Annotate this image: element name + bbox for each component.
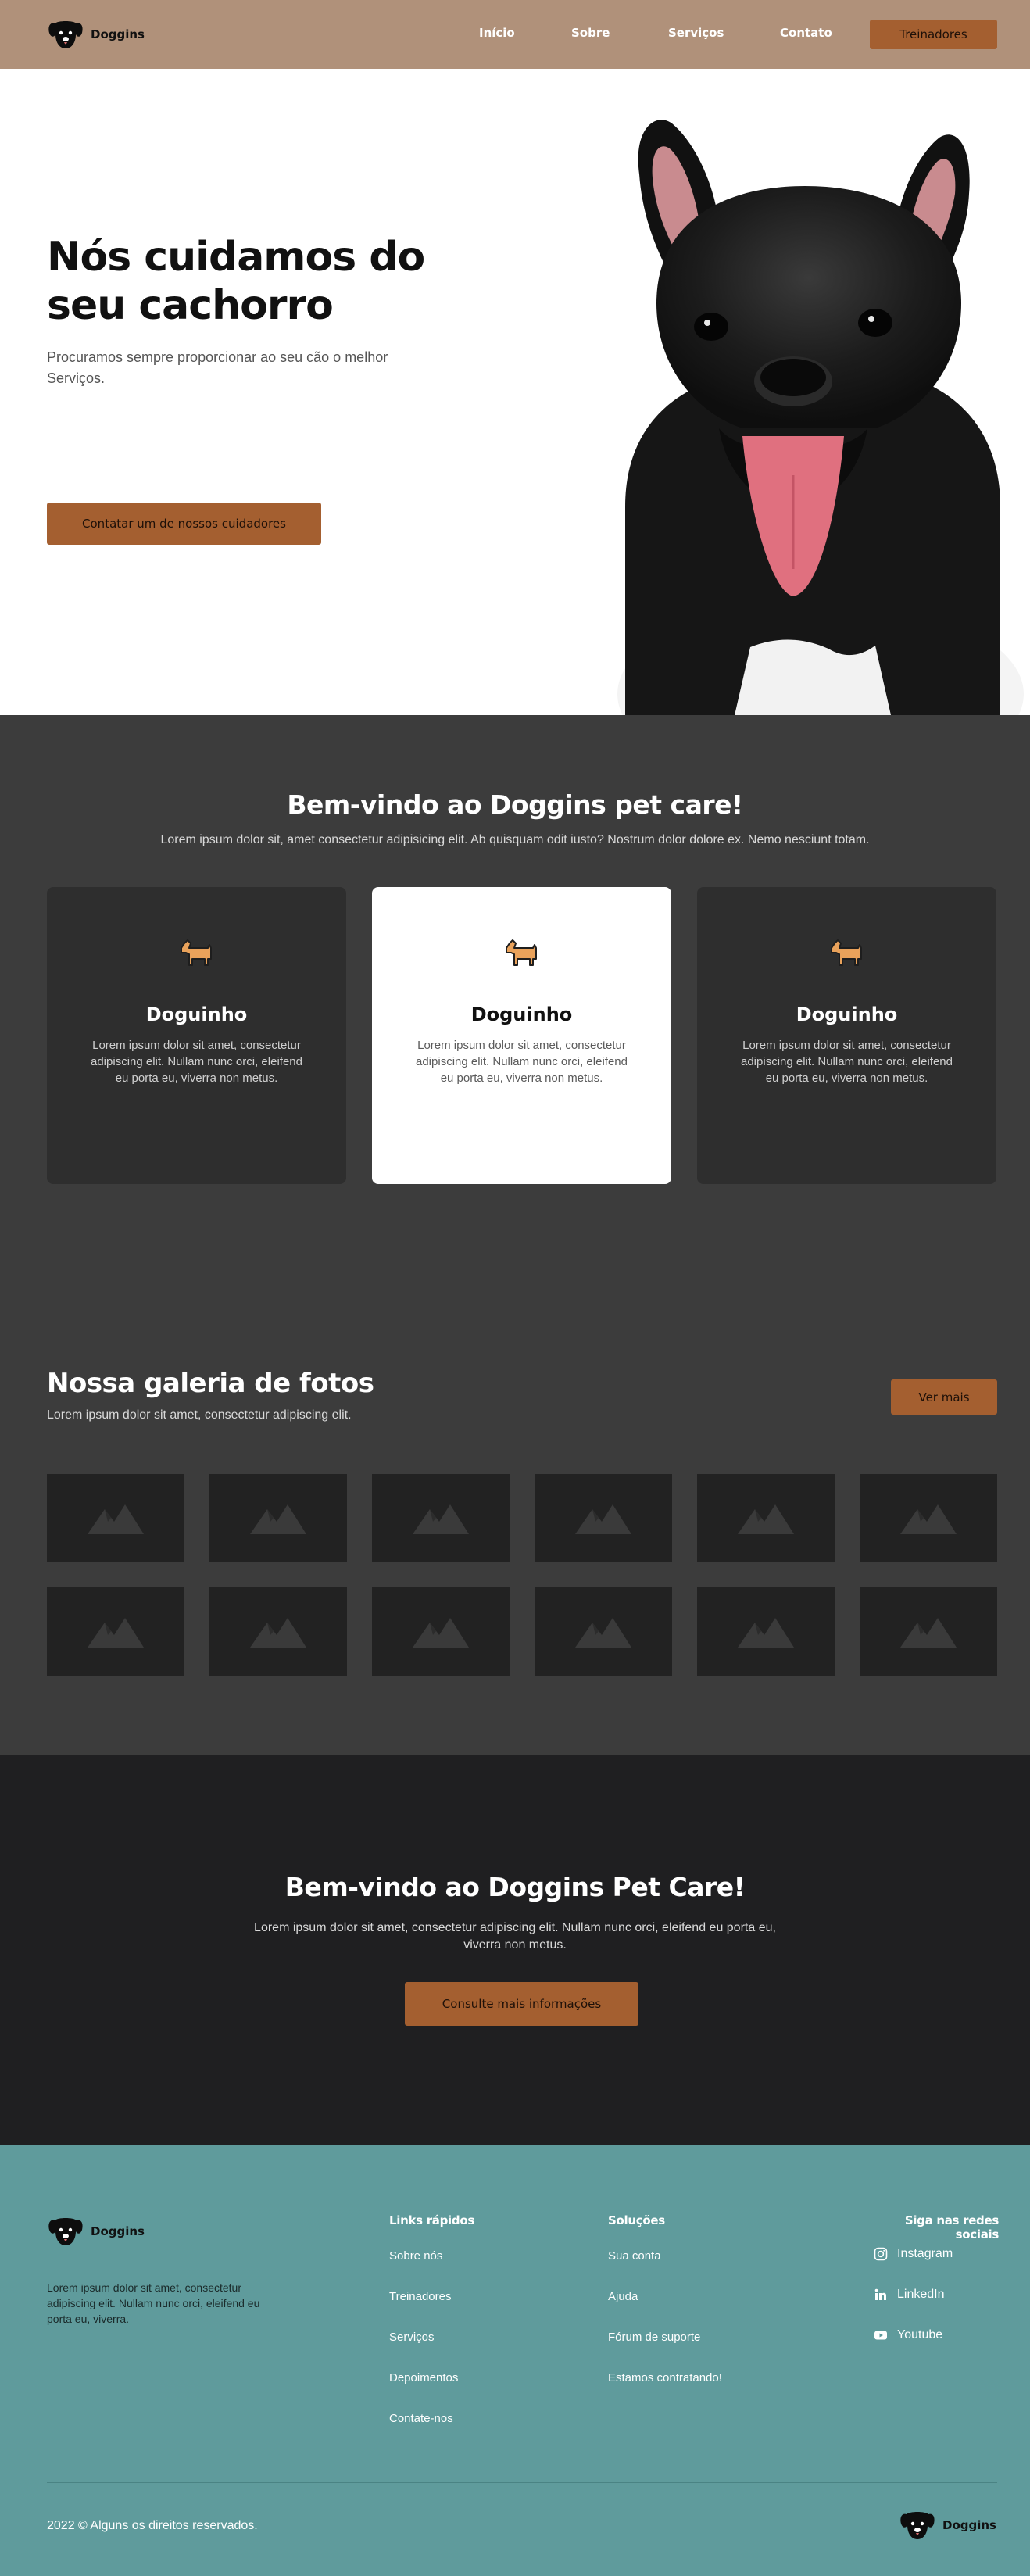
social-label: LinkedIn (897, 2288, 945, 2301)
service-card[interactable]: Doguinho Lorem ipsum dolor sit amet, con… (47, 887, 346, 1184)
nav-link-servicos[interactable]: Serviços (668, 26, 724, 40)
social-heading: Siga nas redes sociais (904, 2213, 999, 2241)
card-title: Doguinho (796, 1004, 898, 1025)
trainers-button[interactable]: Treinadores (870, 20, 997, 49)
french-bulldog-image (617, 120, 1024, 715)
social-youtube[interactable]: Youtube (874, 2328, 942, 2342)
dog-logo-icon (47, 2214, 84, 2249)
gallery-thumbnail[interactable] (209, 1474, 347, 1562)
gallery-thumbnail[interactable] (47, 1587, 184, 1676)
social-instagram[interactable]: Instagram (874, 2247, 953, 2261)
image-placeholder-icon (250, 1616, 306, 1648)
social-label: Youtube (897, 2328, 943, 2342)
dog-icon (502, 936, 542, 970)
footer-link-sobre-nos[interactable]: Sobre nós (389, 2249, 442, 2263)
quick-links-heading: Links rápidos (389, 2213, 474, 2227)
gallery-thumbnail[interactable] (697, 1474, 835, 1562)
instagram-icon (874, 2247, 888, 2261)
footer-link-contate-nos[interactable]: Contate-nos (389, 2412, 453, 2425)
gallery-title: Nossa galeria de fotos (47, 1368, 374, 1399)
nav-link-contato[interactable]: Contato (780, 26, 832, 40)
linkedin-icon (874, 2288, 886, 2300)
gallery-subtitle: Lorem ipsum dolor sit amet, consectetur … (47, 1408, 352, 1422)
cta-text: Lorem ipsum dolor sit amet, consectetur … (254, 1921, 776, 1952)
gallery-thumbnail[interactable] (372, 1587, 510, 1676)
image-placeholder-icon (575, 1503, 631, 1534)
footer-link-ajuda[interactable]: Ajuda (608, 2290, 638, 2303)
image-placeholder-icon (88, 1503, 144, 1534)
cta-title: Bem-vindo ao Doggins Pet Care! (284, 1872, 746, 1902)
gallery-thumbnail[interactable] (697, 1587, 835, 1676)
image-placeholder-icon (413, 1503, 469, 1534)
image-placeholder-icon (900, 1503, 957, 1534)
footer-logo[interactable]: Doggins (47, 2214, 145, 2249)
image-placeholder-icon (413, 1616, 469, 1648)
image-placeholder-icon (738, 1616, 794, 1648)
card-text: Lorem ipsum dolor sit amet, consectetur … (741, 1039, 953, 1085)
image-placeholder-icon (88, 1616, 144, 1648)
logo-text: Doggins (91, 2224, 145, 2238)
youtube-icon (874, 2331, 887, 2340)
logo[interactable]: Doggins (47, 17, 145, 52)
footer-link-sua-conta[interactable]: Sua conta (608, 2249, 661, 2263)
footer-bottom-logo[interactable]: Doggins (899, 2508, 996, 2542)
social-linkedin[interactable]: LinkedIn (874, 2288, 945, 2302)
footer-link-forum[interactable]: Fórum de suporte (608, 2331, 700, 2344)
nav-link-sobre[interactable]: Sobre (571, 26, 610, 40)
more-info-button[interactable]: Consulte mais informações (405, 1982, 638, 2026)
gallery-thumbnail[interactable] (209, 1587, 347, 1676)
dog-logo-icon (899, 2508, 936, 2542)
gallery-thumbnail[interactable] (47, 1474, 184, 1562)
nav-link-inicio[interactable]: Início (479, 26, 515, 40)
image-placeholder-icon (900, 1616, 957, 1648)
gallery-thumbnail[interactable] (372, 1474, 510, 1562)
logo-text: Doggins (91, 27, 145, 41)
card-title: Doguinho (470, 1004, 573, 1025)
footer-link-servicos[interactable]: Serviços (389, 2331, 435, 2344)
footer-divider (47, 2482, 997, 2483)
card-text: Lorem ipsum dolor sit amet, consectetur … (416, 1039, 628, 1085)
hero-subtitle: Procuramos sempre proporcionar ao seu cã… (47, 349, 388, 386)
image-placeholder-icon (738, 1503, 794, 1534)
welcome-title: Bem-vindo ao Doggins pet care! (287, 789, 743, 820)
footer-link-hiring[interactable]: Estamos contratando! (608, 2371, 722, 2385)
image-placeholder-icon (250, 1503, 306, 1534)
footer (0, 2145, 1030, 2576)
gallery-thumbnail[interactable] (535, 1474, 672, 1562)
hero-title: Nós cuidamos do seu cachorro (47, 234, 425, 329)
dog-icon (177, 936, 217, 970)
card-text: Lorem ipsum dolor sit amet, consectetur … (91, 1039, 302, 1085)
gallery-thumbnail[interactable] (860, 1474, 997, 1562)
see-more-button[interactable]: Ver mais (891, 1379, 997, 1415)
card-title: Doguinho (145, 1004, 248, 1025)
footer-link-treinadores[interactable]: Treinadores (389, 2290, 451, 2303)
dog-logo-icon (47, 17, 84, 52)
service-card[interactable]: Doguinho Lorem ipsum dolor sit amet, con… (697, 887, 996, 1184)
dog-icon (827, 936, 867, 970)
copyright-text: 2022 © Alguns os direitos reservados. (47, 2519, 258, 2532)
image-placeholder-icon (575, 1616, 631, 1648)
gallery-thumbnail[interactable] (535, 1587, 672, 1676)
solutions-heading: Soluções (608, 2213, 665, 2227)
contact-caretakers-button[interactable]: Contatar um de nossos cuidadores (47, 503, 321, 545)
top-navbar: Doggins Início Sobre Serviços Contato Tr… (0, 0, 1030, 69)
footer-link-depoimentos[interactable]: Depoimentos (389, 2371, 458, 2385)
welcome-subtitle: Lorem ipsum dolor sit, amet consectetur … (160, 833, 870, 846)
footer-description: Lorem ipsum dolor sit amet, consectetur … (47, 2281, 260, 2325)
logo-text: Doggins (942, 2518, 996, 2532)
service-card[interactable]: Doguinho Lorem ipsum dolor sit amet, con… (372, 887, 671, 1184)
social-label: Instagram (897, 2247, 953, 2260)
gallery-thumbnail[interactable] (860, 1587, 997, 1676)
